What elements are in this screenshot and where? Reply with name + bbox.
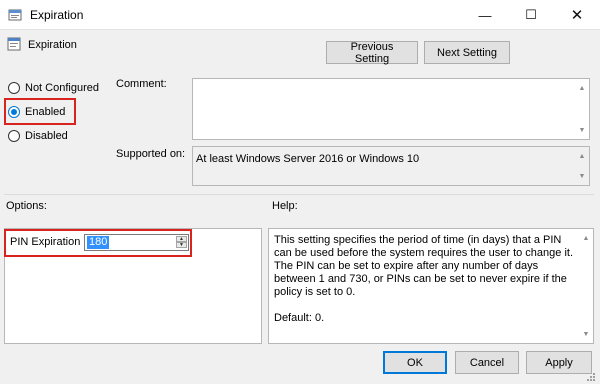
- title-bar: Expiration — ☐ ✕: [0, 0, 600, 30]
- scroll-down-arrow-icon[interactable]: ▼: [575, 169, 589, 183]
- radio-not-configured[interactable]: Not Configured: [8, 80, 99, 96]
- scroll-up-arrow-icon[interactable]: ▲: [579, 231, 593, 245]
- radio-disabled-circle[interactable]: [8, 130, 20, 142]
- scroll-down-arrow-icon[interactable]: ▼: [579, 327, 593, 341]
- help-panel: This setting specifies the period of tim…: [268, 228, 594, 344]
- radio-not-configured-circle[interactable]: [8, 82, 20, 94]
- resize-grip-icon[interactable]: [586, 372, 596, 382]
- ok-button[interactable]: OK: [383, 351, 447, 374]
- window-title: Expiration: [30, 8, 84, 22]
- cancel-button[interactable]: Cancel: [455, 351, 519, 374]
- help-scrollbar[interactable]: ▲ ▼: [579, 229, 593, 343]
- previous-setting-button[interactable]: Previous Setting: [326, 41, 418, 65]
- radio-disabled-label: Disabled: [25, 130, 68, 142]
- radio-not-configured-label: Not Configured: [25, 82, 99, 94]
- supported-on-label: Supported on:: [116, 148, 186, 160]
- comment-textarea[interactable]: ▲ ▼: [192, 78, 590, 140]
- policy-window-icon: [8, 9, 22, 21]
- pin-highlight-box: [4, 229, 192, 257]
- divider: [4, 194, 594, 195]
- setting-icon: [7, 37, 21, 51]
- supported-on-field: At least Windows Server 2016 or Windows …: [192, 146, 590, 186]
- supported-on-value: At least Windows Server 2016 or Windows …: [196, 153, 420, 165]
- scroll-up-arrow-icon[interactable]: ▲: [575, 149, 589, 163]
- scroll-up-arrow-icon[interactable]: ▲: [575, 81, 589, 95]
- supported-scrollbar[interactable]: ▲ ▼: [575, 147, 589, 185]
- minimize-button[interactable]: —: [462, 0, 508, 30]
- apply-button[interactable]: Apply: [526, 351, 592, 374]
- help-label: Help:: [272, 200, 298, 212]
- maximize-button[interactable]: ☐: [508, 0, 554, 30]
- comment-label: Comment:: [116, 78, 167, 90]
- comment-scrollbar[interactable]: ▲ ▼: [575, 79, 589, 139]
- help-text: This setting specifies the period of tim…: [274, 234, 574, 324]
- next-setting-button[interactable]: Next Setting: [424, 41, 510, 64]
- scroll-down-arrow-icon[interactable]: ▼: [575, 123, 589, 137]
- options-label: Options:: [6, 200, 47, 212]
- close-button[interactable]: ✕: [554, 0, 600, 30]
- radio-disabled[interactable]: Disabled: [8, 128, 68, 144]
- enabled-highlight-box: [4, 98, 76, 125]
- setting-name: Expiration: [28, 39, 77, 51]
